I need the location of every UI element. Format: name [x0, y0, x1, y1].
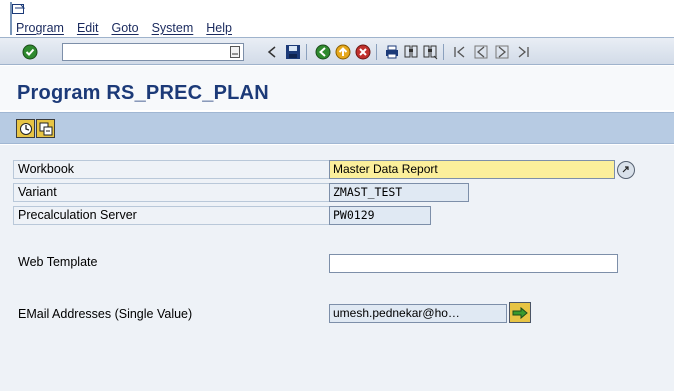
workbook-field[interactable]: Master Data Report — [329, 160, 615, 179]
precalculation-server-field: PW0129 — [329, 206, 431, 225]
cancel-icon[interactable] — [353, 42, 373, 62]
selection-screen: Workbook Master Data Report Variant ZMAS… — [0, 145, 674, 391]
variant-field: ZMAST_TEST — [329, 183, 469, 202]
web-template-label: Web Template — [13, 253, 331, 272]
menu-item-program[interactable]: Program — [16, 21, 64, 35]
back-icon[interactable] — [313, 42, 333, 62]
execute-icon[interactable] — [16, 119, 35, 138]
workbook-value-help-icon[interactable] — [617, 161, 635, 179]
last-page-icon[interactable] — [513, 42, 533, 62]
command-dropdown-icon[interactable] — [226, 43, 244, 61]
find-icon[interactable] — [401, 42, 421, 62]
menu-item-edit[interactable]: Edit — [77, 21, 99, 35]
save-icon[interactable] — [283, 42, 303, 62]
workbook-label: Workbook — [13, 160, 331, 179]
precalculation-server-label: Precalculation Server — [13, 206, 331, 225]
back-arrow-icon[interactable] — [262, 42, 282, 62]
multiple-selection-icon[interactable] — [509, 302, 531, 323]
application-toolbar — [0, 112, 674, 144]
find-next-icon[interactable] — [420, 42, 440, 62]
next-page-icon[interactable] — [492, 42, 512, 62]
enter-icon[interactable] — [20, 42, 40, 62]
toolbar-separator — [443, 44, 444, 60]
standard-toolbar — [0, 37, 674, 65]
menu-bar: Program Edit Goto System Help — [0, 0, 674, 37]
toolbar-separator — [306, 44, 307, 60]
toolbar-separator — [376, 44, 377, 60]
web-template-field[interactable] — [329, 254, 618, 273]
command-field[interactable] — [62, 43, 244, 61]
menu-system-icon[interactable] — [12, 4, 26, 16]
email-addresses-field[interactable]: umesh.pednekar@ho… — [329, 304, 507, 323]
menu-item-help[interactable]: Help — [206, 21, 232, 35]
previous-page-icon[interactable] — [471, 42, 491, 62]
variant-label: Variant — [13, 183, 331, 202]
print-icon[interactable] — [382, 42, 402, 62]
title-bar: Program RS_PREC_PLAN — [0, 66, 674, 110]
email-addresses-label: EMail Addresses (Single Value) — [13, 305, 331, 324]
menu-item-goto[interactable]: Goto — [111, 21, 138, 35]
exit-icon[interactable] — [333, 42, 353, 62]
page-title: Program RS_PREC_PLAN — [17, 82, 269, 104]
get-variant-icon[interactable] — [36, 119, 55, 138]
menu-item-system[interactable]: System — [152, 21, 194, 35]
first-page-icon[interactable] — [450, 42, 470, 62]
